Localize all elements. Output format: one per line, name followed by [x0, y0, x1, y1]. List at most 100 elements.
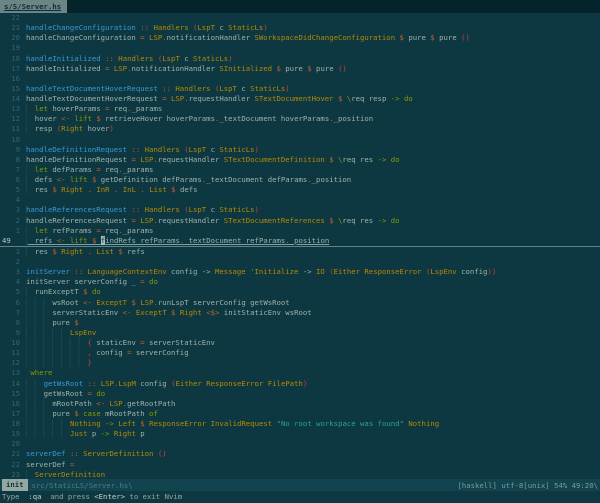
tabline: s/S/Server.hs [0, 0, 600, 13]
mode-indicator: init [2, 479, 28, 491]
line-number: 4 [15, 277, 20, 287]
code-line[interactable]: 3 handleReferencesRequest :: Handlers (Ls… [0, 205, 600, 215]
code-line-current[interactable]: 49 ▏ refs <- lift $ findRefs refParams._t… [0, 235, 600, 247]
line-content: initServer :: LanguageContextEnv config … [26, 267, 497, 277]
tab-server-hs[interactable]: s/S/Server.hs [0, 0, 68, 13]
line-content: ▏ runExceptT $ do [26, 287, 101, 297]
code-line[interactable]: 15 handleTextDocumentHoverRequest :: Hand… [0, 84, 600, 94]
line-number: 20 [11, 439, 20, 449]
code-line[interactable]: 13 ▏ let hoverParams = req._params [0, 104, 600, 114]
code-line[interactable]: 17 ▏ ▏ ▏ pure $ case mRootPath of [0, 409, 600, 419]
code-line[interactable]: 6 ▏ ▏ ▏ wsRoot <- ExceptT $ LSP.runLspT s… [0, 298, 600, 308]
line-content: handleReferencesRequest = LSP.requestHan… [26, 215, 400, 225]
code-line[interactable]: 21 handleChangeConfiguration :: Handlers … [0, 23, 600, 33]
line-number: 11 [11, 124, 20, 134]
line-content: ▏ ▏ ▏ pure $ case mRootPath of [26, 408, 158, 418]
code-line[interactable]: 19 [0, 43, 600, 53]
code-line[interactable]: 22 [0, 13, 600, 23]
line-number: 14 [11, 94, 20, 103]
line-number: 9 [15, 327, 20, 337]
line-number: 49 [2, 235, 11, 245]
code-line[interactable]: 6 ▏ defs <- lift $ getDefinition defParam… [0, 175, 600, 185]
line-number: 2 [15, 257, 20, 266]
code-line[interactable]: 13 where [0, 368, 600, 378]
line-content: ▏ ▏ ▏ ▏ ▏ ▏ ▏ } [26, 358, 92, 368]
line-content: ▏ ▏ ▏ ▏ ▏ LspEnv [26, 327, 97, 337]
line-number: 6 [15, 175, 20, 184]
line-number: 17 [11, 408, 20, 418]
line-number: 22 [11, 459, 20, 469]
line-number: 17 [11, 63, 20, 73]
code-line[interactable]: 14 ▏ ▏ getWsRoot :: LSP.LspM config (Eith… [0, 379, 600, 389]
statusline-right: [haskell] utf-8[unix] 54% 49:20\ [457, 480, 598, 490]
line-number: 21 [11, 23, 20, 33]
code-line[interactable]: 10 [0, 135, 600, 145]
code-line[interactable]: 4 initServer serverConfig _ = do [0, 277, 600, 287]
line-content: handleReferencesRequest :: Handlers (Lsp… [26, 205, 259, 215]
code-line[interactable]: 20 [0, 439, 600, 449]
code-line[interactable]: 4 [0, 195, 600, 205]
code-line[interactable]: 5 ▏ runExceptT $ do [0, 287, 600, 297]
code-line[interactable]: 2 [0, 257, 600, 267]
cmd-text: to exit Nvim [125, 492, 183, 501]
line-number: 4 [15, 195, 20, 205]
code-line[interactable]: 20 handleChangeConfiguration = LSP.notifi… [0, 33, 600, 43]
code-line[interactable]: 2 handleReferencesRequest = LSP.requestHa… [0, 216, 600, 226]
code-line[interactable]: 15 ▏ ▏ getWsRoot = do [0, 389, 600, 399]
code-line[interactable]: 19 ▏ ▏ ▏ ▏ ▏ Just p -> Right p [0, 429, 600, 439]
code-line[interactable]: 12 ▏ hover <- lift $ retrieveHover hoverP… [0, 114, 600, 124]
line-content: handleInitialized = LSP.notificationHand… [26, 63, 347, 73]
code-line[interactable]: 17 handleInitialized = LSP.notificationHa… [0, 64, 600, 74]
code-line[interactable]: 18 ▏ ▏ ▏ ▏ ▏ Nothing -> Left $ ResponseEr… [0, 419, 600, 429]
code-line[interactable]: 16 ▏ ▏ ▏ mRootPath <- LSP.getRootPath [0, 399, 600, 409]
line-number: 8 [15, 154, 20, 164]
code-line[interactable]: 18 handleInitialized :: Handlers (LspT c … [0, 54, 600, 64]
code-line[interactable]: 11 ▏ resp (Right hover) [0, 124, 600, 134]
line-number: 13 [11, 104, 20, 114]
line-number: 20 [11, 33, 20, 43]
code-line[interactable]: 12 ▏ ▏ ▏ ▏ ▏ ▏ ▏ } [0, 358, 600, 368]
code-line[interactable]: 5 ▏ res $ Right . InR . InL . List $ defs [0, 185, 600, 195]
line-content: ▏ ▏ ▏ ▏ ▏ Just p -> Right p [26, 429, 145, 439]
code-line[interactable]: 7 ▏ let defParams = req._params [0, 165, 600, 175]
code-line[interactable]: 22 serverDef = [0, 460, 600, 470]
code-line[interactable]: 1 ▏ res $ Right . List $ refs [0, 247, 600, 257]
line-number: 3 [15, 205, 20, 215]
line-content: ▏ ▏ getWsRoot = do [26, 388, 106, 398]
line-content: serverDef :: ServerDefinition () [26, 449, 167, 459]
code-line[interactable]: 8 handleDefinitionRequest = LSP.requestHa… [0, 155, 600, 165]
line-number: 7 [15, 164, 20, 174]
code-line[interactable]: 8 ▏ ▏ ▏ pure $ [0, 318, 600, 328]
line-content: ▏ ▏ ▏ ▏ ▏ ▏ ▏ , config = serverConfig [26, 348, 189, 358]
line-number: 14 [11, 378, 20, 388]
command-line[interactable]: Type :qa and press <Enter> to exit Nvim [0, 491, 600, 503]
line-number: 5 [15, 185, 20, 195]
code-line[interactable]: 1 ▏ let refParams = req._params [0, 226, 600, 236]
code-line[interactable]: 23 ▏ ServerDefinition [0, 470, 600, 479]
line-content: handleDefinitionRequest :: Handlers (Lsp… [26, 144, 259, 154]
line-number: 15 [11, 83, 20, 93]
code-line[interactable]: 10 ▏ ▏ ▏ ▏ ▏ ▏ ▏ { staticEnv = serverStat… [0, 338, 600, 348]
line-content: ▏ resp (Right hover) [26, 124, 114, 134]
code-line[interactable]: 16 [0, 74, 600, 84]
code-line[interactable]: 7 ▏ ▏ ▏ serverStaticEnv <- ExceptT $ Righ… [0, 308, 600, 318]
line-number: 11 [11, 348, 20, 358]
code-line[interactable]: 3 initServer :: LanguageContextEnv config… [0, 267, 600, 277]
line-number: 18 [11, 419, 20, 428]
line-content: handleInitialized :: Handlers (LspT c St… [26, 53, 233, 63]
line-content: ▏ ▏ getWsRoot :: LSP.LspM config (Either… [26, 378, 308, 388]
code-line[interactable]: 21 serverDef :: ServerDefinition () [0, 449, 600, 459]
code-area[interactable]: 22 21 handleChangeConfiguration :: Handler… [0, 13, 600, 479]
code-line[interactable]: 11 ▏ ▏ ▏ ▏ ▏ ▏ ▏ , config = serverConfig [0, 348, 600, 358]
line-number: 3 [15, 267, 20, 277]
line-number: 13 [11, 368, 20, 378]
line-content: initServer serverConfig _ = do [26, 277, 158, 287]
line-number: 7 [15, 307, 20, 317]
code-line[interactable]: 9 handleDefinitionRequest :: Handlers (Ls… [0, 145, 600, 155]
line-content: ▏ res $ Right . List $ refs [26, 246, 145, 256]
code-line[interactable]: 14 handleTextDocumentHoverRequest = LSP.r… [0, 94, 600, 104]
code-line[interactable]: 9 ▏ ▏ ▏ ▏ ▏ LspEnv [0, 328, 600, 338]
line-content: ▏ ▏ ▏ ▏ ▏ ▏ ▏ { staticEnv = serverStatic… [26, 338, 215, 347]
line-content: handleDefinitionRequest = LSP.requestHan… [26, 154, 400, 164]
line-number: 16 [11, 398, 20, 408]
